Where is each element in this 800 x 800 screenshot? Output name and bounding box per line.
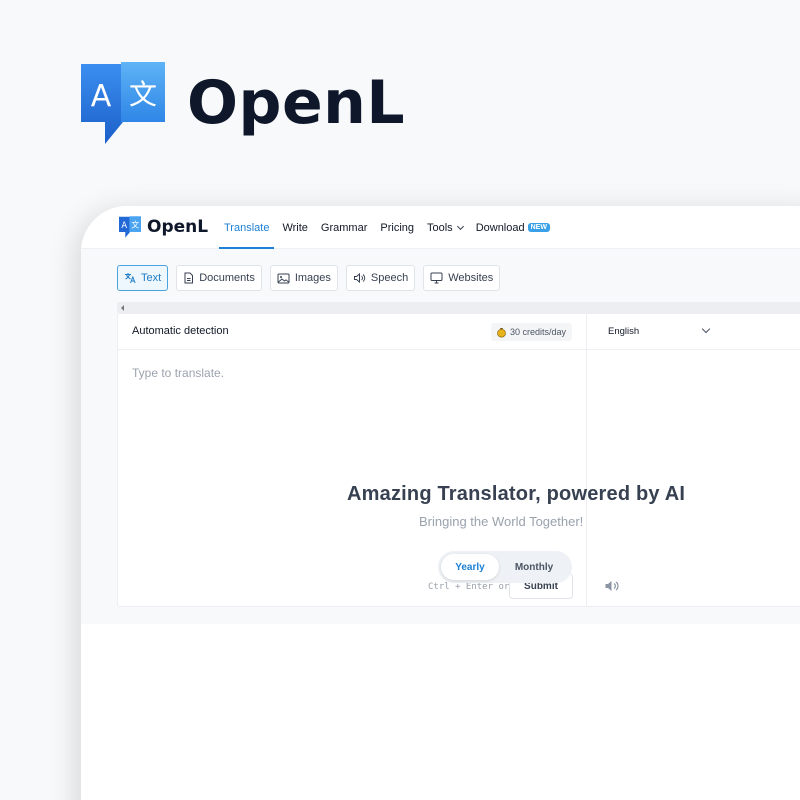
nav-link-grammar[interactable]: Grammar: [321, 206, 367, 249]
openl-logo-icon: A 文: [81, 62, 165, 144]
tab-documents[interactable]: Documents: [176, 265, 262, 291]
panel-divider: [586, 314, 587, 606]
source-language-selector[interactable]: Automatic detection: [132, 325, 229, 337]
chevron-down-icon[interactable]: [701, 324, 711, 334]
horizontal-scrollbar[interactable]: [117, 302, 800, 313]
tab-images[interactable]: Images: [269, 265, 338, 291]
hero-title: Amazing Translator, powered by AI: [347, 483, 686, 505]
translate-icon: [125, 273, 136, 284]
coin-icon: [497, 327, 506, 338]
nav-link-translate[interactable]: Translate: [218, 206, 275, 249]
billing-monthly-option[interactable]: Monthly: [505, 554, 563, 580]
tab-speech[interactable]: Speech: [345, 265, 416, 291]
billing-toggle: Yearly Monthly: [438, 551, 572, 583]
image-icon: [277, 273, 290, 283]
speaker-icon: [353, 272, 365, 284]
nav-link-tools[interactable]: Tools: [427, 206, 464, 249]
billing-yearly-option[interactable]: Yearly: [441, 554, 499, 580]
shortcut-hint: Ctrl + Enter or: [428, 582, 510, 592]
speaker-icon[interactable]: [604, 579, 620, 598]
nav-link-write[interactable]: Write: [282, 206, 307, 249]
monitor-icon: [430, 272, 443, 284]
logo-glyph-wen: 文: [129, 78, 157, 111]
nav-link-pricing[interactable]: Pricing: [380, 206, 414, 249]
top-nav: A 文 OpenL Translate Write Grammar Pricin…: [81, 206, 800, 249]
source-text-input[interactable]: Type to translate.: [132, 366, 224, 380]
new-badge: NEW: [527, 223, 550, 232]
tab-websites[interactable]: Websites: [423, 265, 501, 291]
tab-text[interactable]: Text: [117, 265, 169, 291]
document-icon: [184, 272, 194, 284]
mode-tabs: Text Documents Images Speech Websites: [117, 265, 508, 291]
nav-links: Translate Write Grammar Pricing Tools Do…: [218, 206, 563, 249]
nav-logo-icon: A 文: [119, 216, 141, 238]
target-header[interactable]: English: [587, 314, 800, 350]
scroll-left-icon[interactable]: [121, 305, 124, 311]
svg-text:A: A: [121, 220, 127, 230]
target-language-selector[interactable]: English: [608, 326, 639, 337]
svg-text:文: 文: [131, 219, 139, 229]
credits-badge: 30 credits/day: [490, 323, 572, 341]
brand-wordmark: OpenL: [187, 68, 406, 138]
source-header: Automatic detection 30 credits/day: [118, 314, 586, 350]
hero-subtitle: Bringing the World Together!: [419, 514, 584, 529]
nav-brand[interactable]: A 文 OpenL: [119, 216, 208, 238]
nav-brand-name: OpenL: [147, 217, 209, 237]
nav-link-download[interactable]: Download NEW: [476, 206, 550, 249]
brand-header: A 文 OpenL: [81, 62, 405, 144]
logo-glyph-a: A: [91, 79, 112, 114]
chevron-down-icon: [456, 222, 464, 230]
